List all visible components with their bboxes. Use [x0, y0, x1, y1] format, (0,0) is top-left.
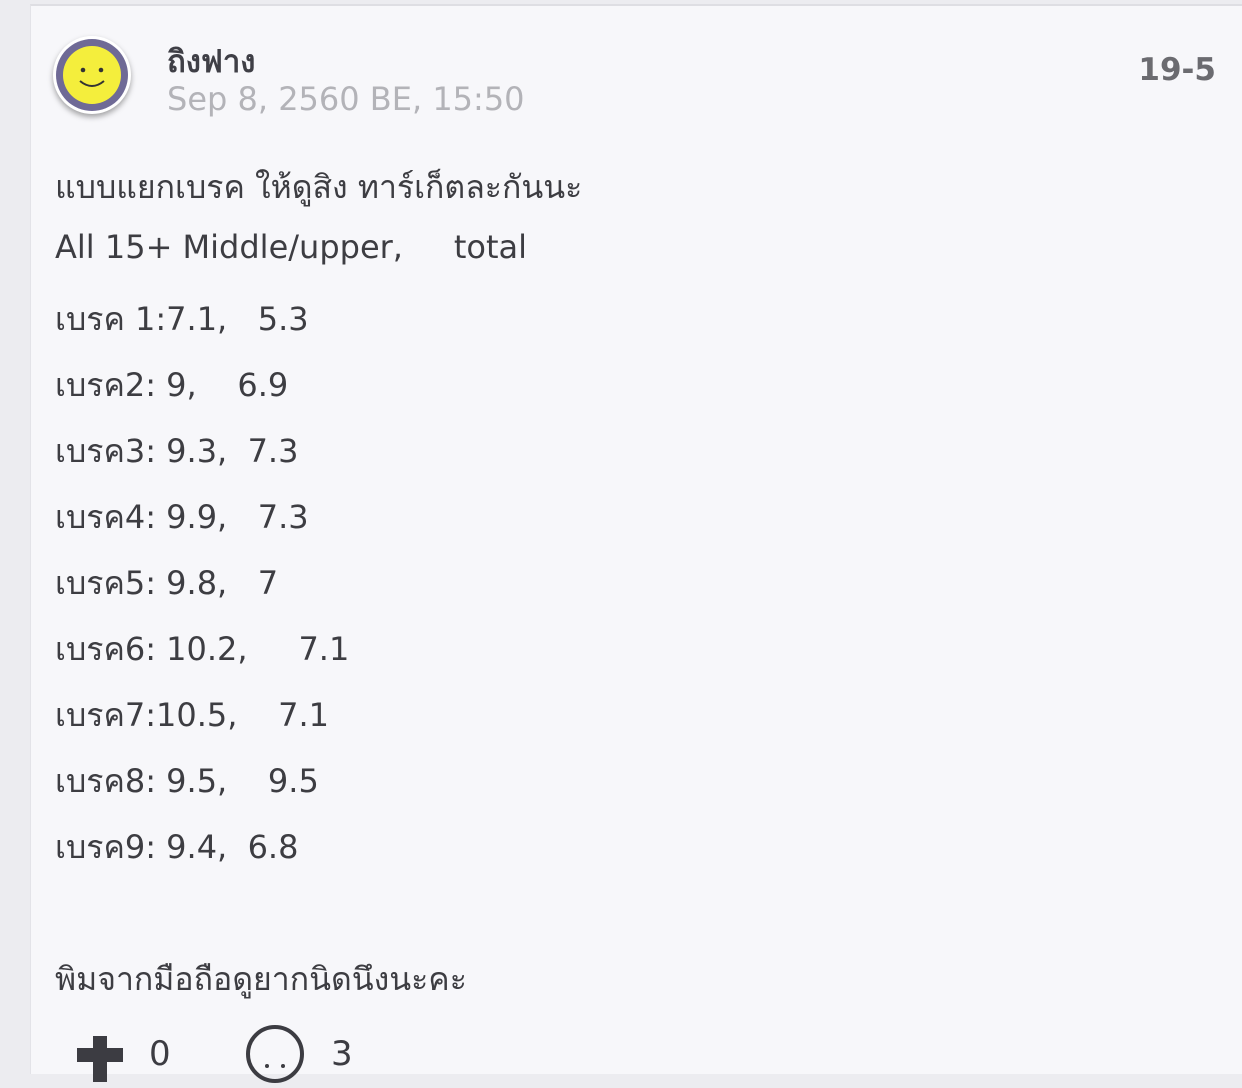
- post-line: เบรค 1:7.1, 5.3: [55, 300, 309, 338]
- post-username[interactable]: ถิงฟาง: [167, 36, 255, 86]
- post-line: เบรค2: 9, 6.9: [55, 366, 289, 404]
- post-line: พิมจากมือถือดูยากนิดนึงนะคะ: [55, 960, 467, 998]
- post-line: เบรค3: 9.3, 7.3: [55, 432, 299, 470]
- post-line: เบรค4: 9.9, 7.3: [55, 498, 309, 536]
- plus-icon[interactable]: [77, 1036, 123, 1082]
- like-count: 0: [149, 1034, 171, 1074]
- post-card: ถิงฟาง Sep 8, 2560 BE, 15:50 19-5 แบบแยก…: [30, 4, 1242, 1083]
- smiley-face-icon: [56, 39, 128, 111]
- avatar[interactable]: [53, 36, 131, 114]
- post-line: เบรค7:10.5, 7.1: [55, 696, 329, 734]
- comment-bubble-icon[interactable]: [245, 1024, 309, 1088]
- post-line: เบรค5: 9.8, 7: [55, 564, 279, 602]
- post-line: เบรค9: 9.4, 6.8: [55, 828, 299, 866]
- post-timestamp: Sep 8, 2560 BE, 15:50: [167, 80, 525, 118]
- post-number[interactable]: 19-5: [1138, 52, 1216, 88]
- post-line: เบรค6: 10.2, 7.1: [55, 630, 350, 668]
- post-line: แบบแยกเบรค ให้ดูสิง ทาร์เก็ตละกันนะ: [55, 168, 583, 206]
- comment-count: 3: [331, 1034, 353, 1074]
- post-line: All 15+ Middle/upper, total: [55, 228, 527, 266]
- post-line: เบรค8: 9.5, 9.5: [55, 762, 319, 800]
